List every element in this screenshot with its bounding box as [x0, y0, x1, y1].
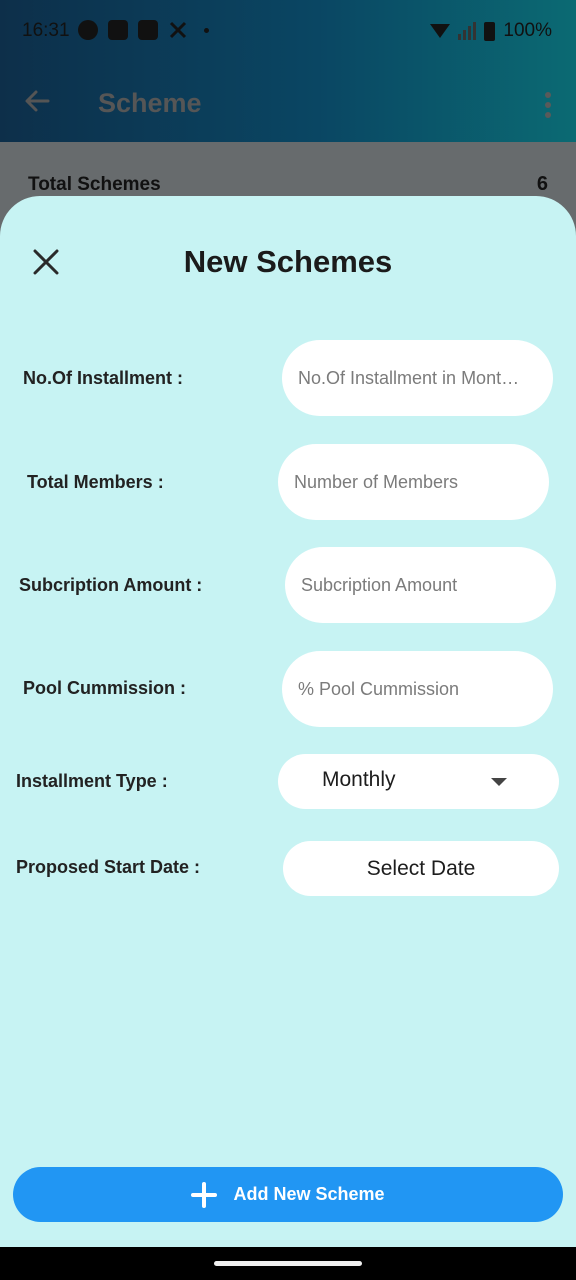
plus-icon	[191, 1181, 218, 1208]
total-schemes-count: 6	[536, 173, 548, 195]
battery-icon	[484, 21, 496, 41]
commission-input[interactable]	[298, 678, 539, 700]
commission-field[interactable]	[282, 651, 553, 727]
app-header-background: 16:31 100% Scheme	[0, 0, 576, 142]
status-bar: 16:31 100%	[0, 0, 576, 64]
notification-icons	[78, 20, 209, 40]
members-field[interactable]	[278, 444, 549, 520]
system-icons: 100%	[430, 20, 552, 42]
x-icon	[169, 21, 187, 39]
more-vert-icon[interactable]	[544, 92, 552, 118]
installment-type-value: Monthly	[322, 768, 396, 791]
wifi-icon	[430, 24, 451, 38]
new-scheme-sheet: New Schemes No.Of Installment : Total Me…	[0, 196, 576, 1247]
youtube-icon	[138, 20, 158, 40]
subscription-field[interactable]	[285, 547, 556, 623]
dropdown-arrow-icon	[491, 778, 507, 786]
members-label: Total Members :	[27, 472, 164, 492]
installment-type-label: Installment Type :	[16, 771, 168, 791]
subscription-label: Subcription Amount :	[19, 575, 203, 595]
battery-percent: 100%	[503, 20, 552, 41]
installment-type-dropdown[interactable]: Monthly	[278, 754, 559, 809]
status-time: 16:31	[22, 20, 70, 41]
select-date-button[interactable]: Select Date	[283, 841, 559, 896]
start-date-label: Proposed Start Date :	[16, 857, 201, 877]
installments-field[interactable]	[282, 340, 553, 416]
app-bar: Scheme	[0, 64, 576, 142]
add-new-scheme-label: Add New Scheme	[233, 1184, 385, 1204]
page-title: Scheme	[98, 88, 202, 118]
navigation-bar	[0, 1247, 576, 1280]
installments-label: No.Of Installment :	[23, 368, 184, 388]
back-arrow-icon[interactable]	[22, 86, 52, 116]
subscription-input[interactable]	[301, 574, 542, 596]
add-new-scheme-button[interactable]: Add New Scheme	[13, 1167, 563, 1222]
whatsapp-icon	[78, 20, 98, 40]
home-gesture-handle[interactable]	[214, 1261, 362, 1266]
installments-input[interactable]	[298, 367, 539, 389]
facebook-icon	[108, 20, 128, 40]
sheet-title: New Schemes	[183, 244, 393, 279]
members-input[interactable]	[294, 471, 535, 493]
more-notifications-icon	[204, 27, 209, 33]
total-schemes-label: Total Schemes	[28, 174, 161, 195]
signal-icon	[458, 22, 477, 40]
commission-label: Pool Cummission :	[23, 678, 187, 698]
